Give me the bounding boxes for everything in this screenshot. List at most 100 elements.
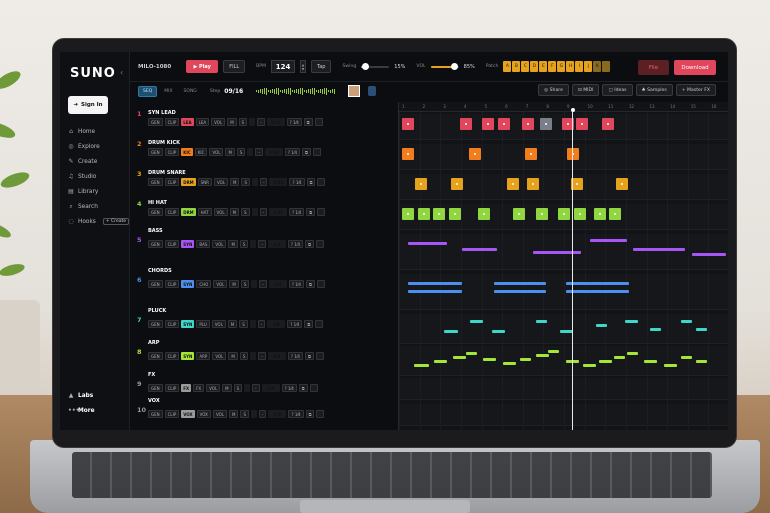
- note-block[interactable]: [452, 356, 466, 359]
- instrument-tag[interactable]: CHO: [196, 280, 212, 288]
- step-cell[interactable]: [506, 178, 519, 190]
- step-cell[interactable]: [415, 178, 428, 190]
- engine-tag[interactable]: KIC: [181, 148, 193, 156]
- solo-button[interactable]: S: [239, 240, 249, 248]
- note-block[interactable]: [536, 354, 550, 357]
- division-value[interactable]: 1/4: [267, 240, 286, 248]
- patch-slot[interactable]: C: [521, 61, 530, 72]
- division-value[interactable]: 1/32: [269, 178, 288, 186]
- note-block[interactable]: [644, 360, 657, 363]
- division-down-button[interactable]: -: [258, 352, 266, 360]
- solo-button[interactable]: S: [238, 118, 248, 126]
- note-block[interactable]: [632, 248, 685, 251]
- note-block[interactable]: [536, 320, 548, 323]
- step-cell[interactable]: [513, 208, 526, 220]
- step-cell[interactable]: [609, 208, 622, 220]
- delete-icon[interactable]: [316, 280, 325, 288]
- copy-icon[interactable]: ⧉: [305, 410, 315, 418]
- gen-button[interactable]: GEN: [148, 240, 163, 248]
- note-block[interactable]: [681, 320, 693, 323]
- step-cell[interactable]: [573, 208, 586, 220]
- track-options[interactable]: ? 1⁄4: [288, 280, 304, 288]
- note-block[interactable]: [696, 328, 708, 331]
- division-value[interactable]: 1/4: [268, 410, 287, 418]
- division-value[interactable]: 1/4: [261, 384, 280, 392]
- note-block[interactable]: [493, 282, 546, 285]
- track-color-swatch[interactable]: [250, 352, 257, 360]
- engine-tag[interactable]: LEA: [181, 118, 194, 126]
- track-color-swatch[interactable]: [249, 118, 256, 126]
- note-block[interactable]: [482, 358, 496, 361]
- clip-button[interactable]: CLIP: [164, 148, 180, 156]
- solo-button[interactable]: S: [239, 320, 248, 328]
- gen-button[interactable]: GEN: [148, 320, 163, 328]
- division-value[interactable]: 1/16: [266, 118, 285, 126]
- patch-slot[interactable]: G: [557, 61, 566, 72]
- instrument-tag[interactable]: LEA: [195, 118, 210, 126]
- note-block[interactable]: [566, 290, 630, 293]
- note-block[interactable]: [408, 282, 463, 285]
- delete-icon[interactable]: [315, 240, 324, 248]
- division-value[interactable]: 1/16: [264, 148, 283, 156]
- step-cell[interactable]: [468, 148, 481, 160]
- tab-song[interactable]: SONG: [180, 87, 201, 96]
- gen-button[interactable]: GEN: [148, 410, 163, 418]
- clip-button[interactable]: CLIP: [164, 178, 180, 186]
- note-block[interactable]: [408, 290, 463, 293]
- note-block[interactable]: [696, 360, 708, 363]
- note-block[interactable]: [614, 356, 626, 359]
- volume-button[interactable]: VOL: [212, 352, 227, 360]
- engine-tag[interactable]: SYN: [181, 352, 195, 360]
- note-block[interactable]: [408, 242, 448, 245]
- track-color-swatch[interactable]: [250, 410, 257, 418]
- division-value[interactable]: 1/4: [268, 280, 287, 288]
- mute-button[interactable]: M: [222, 384, 232, 392]
- engine-tag[interactable]: FX: [181, 384, 192, 392]
- sign-in-button[interactable]: ➜ Sign In: [68, 96, 108, 114]
- delete-icon[interactable]: [314, 118, 323, 126]
- delete-icon[interactable]: [309, 384, 318, 392]
- volume-button[interactable]: VOL: [213, 208, 228, 216]
- note-block[interactable]: [491, 330, 505, 333]
- sidebar-item-create[interactable]: ✎ Create: [68, 154, 129, 169]
- delete-icon[interactable]: [315, 320, 324, 328]
- solo-button[interactable]: S: [241, 208, 250, 216]
- step-cell[interactable]: [522, 118, 535, 130]
- clip-button[interactable]: CLIP: [164, 352, 180, 360]
- copy-icon[interactable]: ⧉: [304, 352, 314, 360]
- note-block[interactable]: [595, 324, 607, 327]
- division-down-button[interactable]: -: [258, 240, 266, 248]
- sidebar-item-library[interactable]: ▤ Library: [68, 184, 129, 199]
- step-cell[interactable]: [477, 208, 490, 220]
- mute-button[interactable]: M: [230, 178, 240, 186]
- bpm-input[interactable]: 124: [271, 60, 296, 73]
- note-block[interactable]: [681, 356, 693, 359]
- mute-button[interactable]: M: [225, 148, 235, 156]
- note-block[interactable]: [692, 253, 726, 256]
- instrument-tag[interactable]: SNR: [197, 178, 212, 186]
- instrument-tag[interactable]: ARP: [196, 352, 211, 360]
- copy-icon[interactable]: ⧉: [305, 240, 314, 248]
- note-block[interactable]: [434, 360, 448, 363]
- clip-button[interactable]: CLIP: [164, 280, 180, 288]
- gen-button[interactable]: GEN: [148, 384, 163, 392]
- step-cell[interactable]: [557, 208, 570, 220]
- sidebar-item-search[interactable]: ⌕ Search: [68, 199, 129, 214]
- track-options[interactable]: ? 1⁄4: [286, 118, 302, 126]
- clip-button[interactable]: CLIP: [164, 240, 180, 248]
- division-down-button[interactable]: -: [259, 280, 267, 288]
- engine-tag[interactable]: SYN: [181, 280, 195, 288]
- patch-slot[interactable]: I: [575, 61, 584, 72]
- engine-tag[interactable]: SYN: [181, 240, 195, 248]
- solo-button[interactable]: S: [240, 280, 250, 288]
- instrument-tag[interactable]: FX: [193, 384, 205, 392]
- track-color-swatch[interactable]: [251, 208, 258, 216]
- toggle-icon[interactable]: [368, 86, 377, 96]
- step-cell[interactable]: [540, 118, 553, 130]
- engine-tag[interactable]: VOX: [181, 410, 195, 418]
- step-cell[interactable]: [459, 118, 472, 130]
- note-block[interactable]: [590, 239, 628, 242]
- play-button[interactable]: ▶ Play: [186, 60, 219, 73]
- engine-tag[interactable]: SYN: [181, 320, 195, 328]
- app-logo[interactable]: SUNO: [70, 66, 116, 81]
